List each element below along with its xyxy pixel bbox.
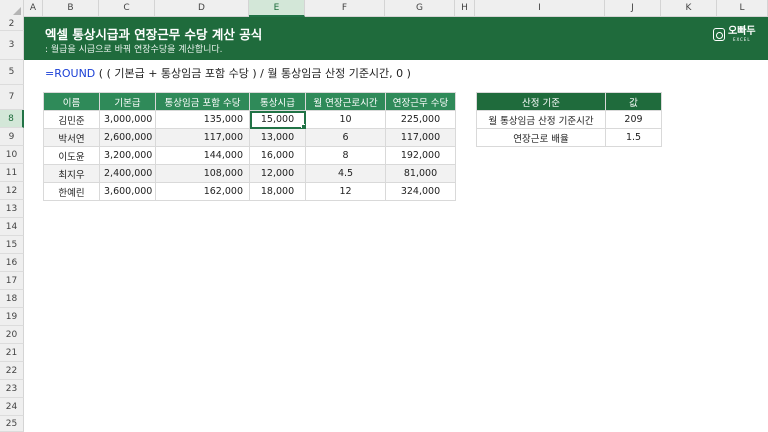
cell-criterion[interactable]: 월 통상임금 산정 기준시간 xyxy=(476,110,606,129)
column-header-e[interactable]: E xyxy=(249,0,305,17)
cell-allowance[interactable]: 135,000 xyxy=(155,110,250,129)
cell-hourly-wage[interactable]: 18,000 xyxy=(249,182,306,201)
header-criterion[interactable]: 산정 기준 xyxy=(476,92,606,111)
column-header-a[interactable]: A xyxy=(24,0,43,17)
cell-allowance[interactable]: 108,000 xyxy=(155,164,250,183)
logo-icon xyxy=(713,27,725,41)
cell-name[interactable]: 김민준 xyxy=(43,110,100,129)
header-overtime-pay[interactable]: 연장근무 수당 xyxy=(385,92,456,111)
column-header-j[interactable]: J xyxy=(605,0,661,17)
row-header-15[interactable]: 15 xyxy=(0,236,24,254)
row-header-12[interactable]: 12 xyxy=(0,182,24,200)
reference-header-row: 산정 기준 값 xyxy=(476,92,662,111)
header-overtime-hours[interactable]: 월 연장근로시간 xyxy=(305,92,386,111)
cell-overtime-hours[interactable]: 4.5 xyxy=(305,164,386,183)
row-header-17[interactable]: 17 xyxy=(0,272,24,290)
column-header-f[interactable]: F xyxy=(305,0,385,17)
cell-overtime-pay[interactable]: 192,000 xyxy=(385,146,456,165)
cell-hourly-wage[interactable]: 16,000 xyxy=(249,146,306,165)
cell-criterion-value[interactable]: 1.5 xyxy=(605,128,662,147)
row-header-23[interactable]: 23 xyxy=(0,380,24,398)
logo-subtext: EXCEL xyxy=(733,37,751,42)
cell-overtime-pay[interactable]: 117,000 xyxy=(385,128,456,147)
cell-allowance[interactable]: 144,000 xyxy=(155,146,250,165)
row-header-10[interactable]: 10 xyxy=(0,146,24,164)
row-header-24[interactable]: 24 xyxy=(0,398,24,416)
cell-base-pay[interactable]: 3,000,000 xyxy=(99,110,156,129)
cell-criterion-value[interactable]: 209 xyxy=(605,110,662,129)
row-header-21[interactable]: 21 xyxy=(0,344,24,362)
reference-table: 산정 기준 값 월 통상임금 산정 기준시간 209 연장근로 배율 1.5 xyxy=(476,92,662,147)
row-header-3[interactable]: 3 xyxy=(0,31,24,60)
cell-allowance[interactable]: 162,000 xyxy=(155,182,250,201)
cell-allowance[interactable]: 117,000 xyxy=(155,128,250,147)
table-row: 이도윤 3,200,000 144,000 16,000 8 192,000 xyxy=(43,146,456,165)
header-hourly-wage[interactable]: 통상시급 xyxy=(249,92,306,111)
header-allowance[interactable]: 통상임금 포함 수당 xyxy=(155,92,250,111)
row-header-19[interactable]: 19 xyxy=(0,308,24,326)
row-header-16[interactable]: 16 xyxy=(0,254,24,272)
page-subtitle: : 월급을 시급으로 바꿔 연장수당을 계산합니다. xyxy=(45,45,223,55)
page-title: 엑셀 통상시급과 연장근무 수당 계산 공식 xyxy=(45,27,263,42)
cell-hourly-wage-selected[interactable]: 15,000 xyxy=(249,110,306,129)
select-all-corner[interactable] xyxy=(0,0,24,17)
column-header-b[interactable]: B xyxy=(43,0,99,17)
header-name[interactable]: 이름 xyxy=(43,92,100,111)
row-header-5[interactable]: 5 xyxy=(0,60,24,85)
row-header-8[interactable]: 8 xyxy=(0,110,24,128)
cell-name[interactable]: 박서연 xyxy=(43,128,100,147)
cell-overtime-pay[interactable]: 81,000 xyxy=(385,164,456,183)
column-header-bar: A B C D E F G H I J K L xyxy=(0,0,768,17)
cell-hourly-wage[interactable]: 13,000 xyxy=(249,128,306,147)
cell-name[interactable]: 이도윤 xyxy=(43,146,100,165)
column-header-l[interactable]: L xyxy=(717,0,768,17)
reference-row: 월 통상임금 산정 기준시간 209 xyxy=(476,110,662,129)
header-base-pay[interactable]: 기본급 xyxy=(99,92,156,111)
row-header-22[interactable]: 22 xyxy=(0,362,24,380)
table-row: 김민준 3,000,000 135,000 15,000 10 225,000 xyxy=(43,110,456,129)
row-header-18[interactable]: 18 xyxy=(0,290,24,308)
column-header-i[interactable]: I xyxy=(475,0,605,17)
cell-name[interactable]: 한예린 xyxy=(43,182,100,201)
table-header-row: 이름 기본급 통상임금 포함 수당 통상시급 월 연장근로시간 연장근무 수당 xyxy=(43,92,456,111)
row-header-25[interactable]: 25 xyxy=(0,416,24,432)
column-header-k[interactable]: K xyxy=(661,0,717,17)
logo-text: 오빠두 xyxy=(728,26,756,37)
cell-hourly-wage[interactable]: 12,000 xyxy=(249,164,306,183)
table-row: 최지우 2,400,000 108,000 12,000 4.5 81,000 xyxy=(43,164,456,183)
cell-base-pay[interactable]: 2,400,000 xyxy=(99,164,156,183)
table-row: 한예린 3,600,000 162,000 18,000 12 324,000 xyxy=(43,182,456,201)
column-header-c[interactable]: C xyxy=(99,0,155,17)
column-header-h[interactable]: H xyxy=(455,0,475,17)
row-header-7[interactable]: 7 xyxy=(0,85,24,110)
row-header-11[interactable]: 11 xyxy=(0,164,24,182)
column-header-g[interactable]: G xyxy=(385,0,455,17)
row-header-9[interactable]: 9 xyxy=(0,128,24,146)
row-header-2[interactable]: 2 xyxy=(0,17,24,31)
wage-table: 이름 기본급 통상임금 포함 수당 통상시급 월 연장근로시간 연장근무 수당 … xyxy=(43,92,456,201)
formula-arguments: ( ( 기본급 + 통상임금 포함 수당 ) / 월 통상임금 산정 기준시간,… xyxy=(95,67,411,80)
cell-overtime-hours[interactable]: 8 xyxy=(305,146,386,165)
row-header-13[interactable]: 13 xyxy=(0,200,24,218)
cell-overtime-hours[interactable]: 10 xyxy=(305,110,386,129)
cell-name[interactable]: 최지우 xyxy=(43,164,100,183)
row-header-20[interactable]: 20 xyxy=(0,326,24,344)
cell-overtime-hours[interactable]: 6 xyxy=(305,128,386,147)
formula-function: =ROUND xyxy=(45,67,96,80)
column-header-d[interactable]: D xyxy=(155,0,249,17)
cell-criterion[interactable]: 연장근로 배율 xyxy=(476,128,606,147)
cell-base-pay[interactable]: 3,600,000 xyxy=(99,182,156,201)
cell-overtime-hours[interactable]: 12 xyxy=(305,182,386,201)
table-row: 박서연 2,600,000 117,000 13,000 6 117,000 xyxy=(43,128,456,147)
row-header-14[interactable]: 14 xyxy=(0,218,24,236)
cell-base-pay[interactable]: 2,600,000 xyxy=(99,128,156,147)
brand-logo: 오빠두 EXCEL xyxy=(713,24,756,44)
formula-text: =ROUND ( ( 기본급 + 통상임금 포함 수당 ) / 월 통상임금 산… xyxy=(45,65,411,81)
cell-overtime-pay[interactable]: 324,000 xyxy=(385,182,456,201)
reference-row: 연장근로 배율 1.5 xyxy=(476,128,662,147)
cell-base-pay[interactable]: 3,200,000 xyxy=(99,146,156,165)
header-value[interactable]: 값 xyxy=(605,92,662,111)
cell-overtime-pay[interactable]: 225,000 xyxy=(385,110,456,129)
